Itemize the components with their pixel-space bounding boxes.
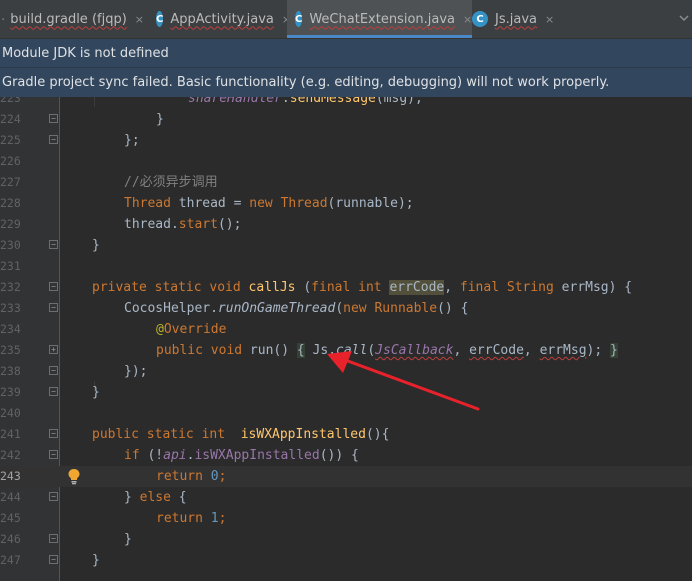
close-icon[interactable]: × (135, 13, 144, 26)
module-jdk-banner: Module JDK is not defined (0, 39, 692, 68)
tabbar-menu-icon[interactable] (676, 10, 692, 26)
annotation-arrow (327, 351, 480, 411)
banner-text: Gradle project sync failed. Basic functi… (2, 75, 610, 90)
tab-label: Js.java (495, 11, 537, 27)
close-icon[interactable]: × (545, 13, 554, 26)
java-class-icon: C (472, 11, 488, 27)
tab-label: WeChatExtension.java (309, 11, 456, 27)
code-editor[interactable]: 223 shareHandler.sendMessage(msg); 224 −… (0, 97, 692, 581)
tab-label: AppActivity.java (170, 11, 274, 27)
tab-js[interactable]: C Js.java × (468, 0, 562, 38)
tab-appactivity[interactable]: C AppActivity.java × (152, 0, 291, 38)
gradle-icon (2, 18, 5, 20)
editor-tab-bar: build.gradle (fjqp) × C AppActivity.java… (0, 0, 692, 39)
tab-build-gradle[interactable]: build.gradle (fjqp) × (0, 0, 144, 38)
java-class-icon: C (156, 11, 164, 27)
banner-text: Module JDK is not defined (2, 45, 169, 61)
java-class-icon: C (295, 11, 303, 27)
gradle-sync-banner: Gradle project sync failed. Basic functi… (0, 68, 692, 97)
tab-label: build.gradle (fjqp) (10, 11, 127, 27)
tab-wechatextension[interactable]: C WeChatExtension.java × (287, 0, 472, 38)
